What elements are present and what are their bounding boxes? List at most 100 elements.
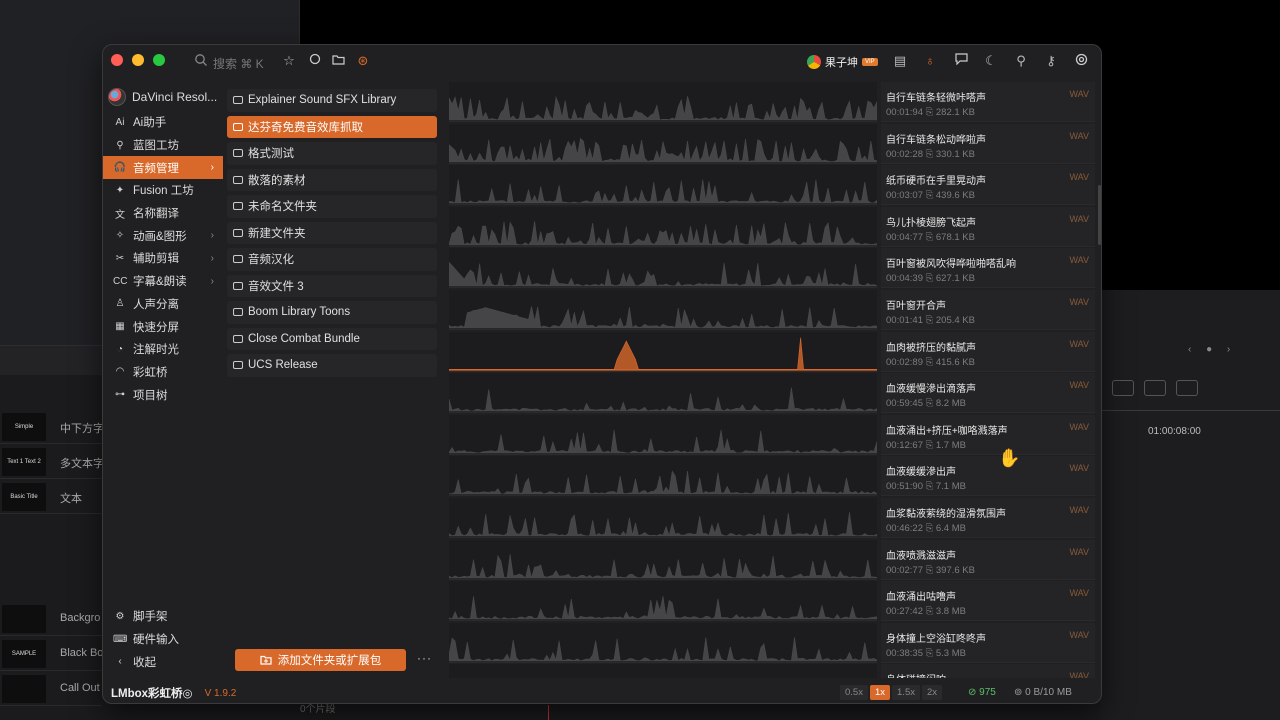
sound-row[interactable]: 纸币硬币在手里晃动声 00:03:07 ⎘ 439.6 KB WAV [449, 165, 1095, 206]
sidebar-item[interactable]: Ai Ai助手 [103, 111, 223, 134]
sound-info[interactable]: 血液缓缓滲出声 00:51:90 ⎘ 7.1 MB WAV [881, 456, 1095, 497]
bulb-icon[interactable]: ♁ [922, 53, 938, 69]
sidebar-item[interactable]: ⚲ 蓝图工坊 [103, 134, 223, 157]
folder-item[interactable]: UCS Release [227, 354, 437, 377]
minimize-window-button[interactable] [132, 54, 144, 66]
key-icon[interactable]: ⚷ [1043, 53, 1059, 69]
folder-item[interactable]: 格式测试 [227, 142, 437, 165]
star-icon[interactable]: ☆ [281, 53, 297, 69]
speed-option[interactable]: 0.5x [840, 685, 868, 700]
waveform[interactable] [449, 248, 877, 289]
folder-item[interactable]: 音频汉化 [227, 248, 437, 271]
sound-info[interactable]: 百叶窗开合声 00:01:41 ⎘ 205.4 KB WAV [881, 290, 1095, 330]
waveform[interactable] [449, 539, 877, 580]
sidebar-bottom-item[interactable]: ⌨ 硬件输入 [103, 628, 223, 651]
sound-info[interactable]: 身体撞上空浴缸咚咚声 00:38:35 ⎘ 5.3 MB WAV [881, 622, 1095, 663]
zoom-tool-2[interactable] [1144, 380, 1166, 396]
sidebar-item[interactable]: ◠ 彩虹桥 [103, 361, 223, 384]
settings-icon[interactable] [1073, 53, 1089, 69]
title-list-item[interactable]: SAMPLE Black Bo [0, 637, 103, 671]
speed-option[interactable]: 1.5x [892, 685, 920, 700]
sound-info[interactable]: 血液喷溅滋滋声 00:02:77 ⎘ 397.6 KB WAV [881, 539, 1095, 580]
folder-item[interactable]: 达芬奇免费音效库抓取 [227, 115, 437, 138]
folder-item[interactable]: 新建文件夹 [227, 221, 437, 244]
sound-info[interactable]: 鸟儿扑棱翅膀飞起声 00:04:77 ⎘ 678.1 KB WAV [881, 206, 1095, 247]
sound-row[interactable]: 血液喷溅滋滋声 00:02:77 ⎘ 397.6 KB WAV [449, 539, 1095, 580]
circle-icon[interactable] [307, 53, 323, 69]
sound-info[interactable]: 血液缓慢滲出滴落声 00:59:45 ⎘ 8.2 MB WAV [881, 373, 1095, 414]
moon-icon[interactable]: ☾ [983, 53, 999, 69]
maximize-window-button[interactable] [153, 54, 165, 66]
sound-info[interactable]: 百叶窗被风吹得哗啦啪嗒乱响 00:04:39 ⎘ 627.1 KB WAV [881, 248, 1095, 289]
folder-item[interactable]: 散落的素材 [227, 168, 437, 191]
waveform[interactable] [449, 290, 877, 330]
speed-option[interactable]: 2x [921, 685, 943, 700]
sound-row[interactable]: 血液涌出咕噜声 00:27:42 ⎘ 3.8 MB WAV [449, 581, 1095, 622]
waveform[interactable] [449, 498, 877, 538]
plugin-icon[interactable]: ⊛ [355, 53, 371, 69]
waveform[interactable] [449, 414, 877, 455]
waveform[interactable] [449, 82, 877, 122]
title-list-item[interactable]: Call Out [0, 672, 102, 706]
title-list-item[interactable]: Basic Title 文本 [0, 480, 102, 514]
sound-row[interactable]: 鸟儿扑棱翅膀飞起声 00:04:77 ⎘ 678.1 KB WAV [449, 206, 1095, 247]
sidebar-item[interactable]: ✧ 动画&图形 › [103, 224, 223, 247]
title-list-item[interactable]: Text 1 Text 2 多文本字 [0, 445, 104, 479]
waveform[interactable] [449, 456, 877, 497]
sound-row[interactable]: 身体碰撞闷响 WAV [449, 664, 1095, 678]
add-folder-button[interactable]: 添加文件夹或扩展包 [235, 649, 406, 671]
folder-item[interactable]: Explainer Sound SFX Library [227, 89, 437, 112]
folder-item[interactable]: Boom Library Toons [227, 301, 437, 324]
waveform[interactable] [449, 206, 877, 247]
sidebar-item[interactable]: ◔ 注解时光 [103, 338, 223, 361]
app-selector[interactable]: DaVinci Resol... [108, 87, 217, 107]
zoom-tool-1[interactable] [1112, 380, 1134, 396]
waveform[interactable] [449, 622, 877, 663]
sound-row[interactable]: 百叶窗被风吹得哗啦啪嗒乱响 00:04:39 ⎘ 627.1 KB WAV [449, 248, 1095, 289]
folder-icon[interactable] [330, 53, 346, 69]
sound-row[interactable]: 自行车链条松动哗啦声 00:02:28 ⎘ 330.1 KB WAV [449, 123, 1095, 164]
waveform[interactable] [449, 581, 877, 622]
sidebar-item[interactable]: ⊶ 项目树 [103, 383, 223, 406]
sidebar-item[interactable]: ✂ 辅助剪辑 › [103, 247, 223, 270]
waveform[interactable] [449, 373, 877, 414]
sidebar-item[interactable]: 文名称翻译 [103, 202, 223, 225]
sound-row[interactable]: 自行车链条轻微咔嗒声 00:01:94 ⎘ 282.1 KB WAV [449, 82, 1095, 122]
sound-row[interactable]: 血液缓慢滲出滴落声 00:59:45 ⎘ 8.2 MB WAV [449, 373, 1095, 414]
sound-row[interactable]: 血肉被挤压的黏腻声 00:02:89 ⎘ 415.6 KB WAV [449, 331, 1095, 372]
sound-info[interactable]: 血浆黏液萦绕的湿滑氛围声 00:46:22 ⎘ 6.4 MB WAV [881, 498, 1095, 538]
title-list-item[interactable]: Backgro [0, 602, 102, 636]
sidebar-item[interactable]: ✦ Fusion 工坊 [103, 179, 223, 202]
store-icon[interactable]: ▤ [892, 53, 908, 69]
sidebar-bottom-item[interactable]: ⚙ 脚手架 [103, 605, 223, 628]
search-icon[interactable] [193, 53, 209, 69]
sound-info[interactable]: 血液涌出咕噜声 00:27:42 ⎘ 3.8 MB WAV [881, 581, 1095, 622]
user-account[interactable]: 果子坤 VIP [807, 54, 878, 70]
waveform[interactable] [449, 331, 877, 372]
sound-info[interactable]: 血肉被挤压的黏腻声 00:02:89 ⎘ 415.6 KB WAV [881, 331, 1095, 372]
folder-item[interactable]: Close Combat Bundle [227, 327, 437, 350]
sound-row[interactable]: 百叶窗开合声 00:01:41 ⎘ 205.4 KB WAV [449, 290, 1095, 330]
sidebar-item[interactable]: ▦ 快速分屏 [103, 315, 223, 338]
scrollbar[interactable] [1098, 185, 1101, 245]
sound-info[interactable]: 纸币硬币在手里晃动声 00:03:07 ⎘ 439.6 KB WAV [881, 165, 1095, 206]
more-button[interactable]: ··· [417, 651, 432, 665]
pin-icon[interactable]: ⚲ [1013, 53, 1029, 69]
speed-option[interactable]: 1x [869, 685, 891, 700]
sidebar-bottom-item[interactable]: ‹ 收起 [103, 650, 223, 673]
close-window-button[interactable] [111, 54, 123, 66]
title-list-item[interactable]: Simple 中下方字 [0, 410, 104, 444]
sound-info[interactable]: 自行车链条松动哗啦声 00:02:28 ⎘ 330.1 KB WAV [881, 123, 1095, 164]
sound-row[interactable]: 身体撞上空浴缸咚咚声 00:38:35 ⎘ 5.3 MB WAV [449, 622, 1095, 663]
waveform[interactable] [449, 123, 877, 164]
sidebar-item[interactable]: 🎧 音频管理 › [103, 156, 223, 180]
sound-info[interactable]: 身体碰撞闷响 WAV [881, 664, 1095, 678]
folder-item[interactable]: 未命名文件夹 [227, 195, 437, 218]
sound-info[interactable]: 血液涌出+挤压+咖咯溅落声 00:12:67 ⎘ 1.7 MB WAV [881, 414, 1095, 455]
paging-dots[interactable]: ‹ ● › [1188, 344, 1236, 355]
message-icon[interactable] [953, 53, 969, 69]
sidebar-item[interactable]: CC 字幕&朗读 › [103, 270, 223, 293]
sound-info[interactable]: 自行车链条轻微咔嗒声 00:01:94 ⎘ 282.1 KB WAV [881, 82, 1095, 122]
search-input[interactable]: 搜索 ⌘ K [213, 55, 264, 72]
waveform[interactable] [449, 664, 877, 678]
